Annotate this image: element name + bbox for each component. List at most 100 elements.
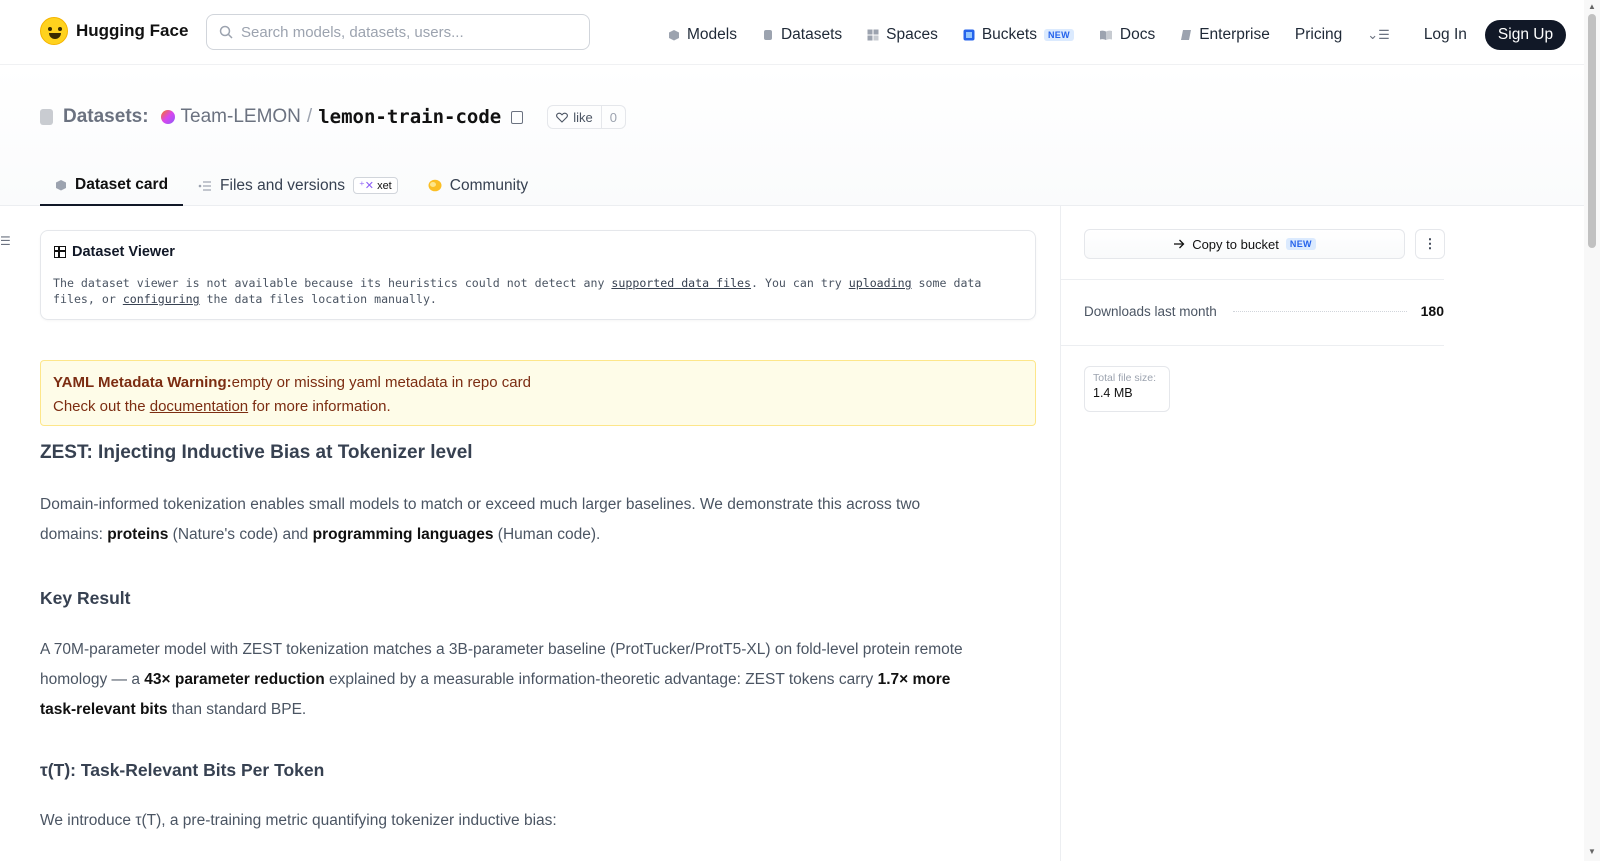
card-paragraph-1: Domain-informed tokenization enables sma… — [40, 490, 980, 550]
org-avatar[interactable] — [160, 110, 175, 124]
tab-files-and-versions[interactable]: Files and versions ⁺✕ xet — [183, 165, 413, 206]
nav-models-label: Models — [687, 26, 737, 43]
heart-icon — [556, 112, 569, 123]
table-icon — [54, 246, 66, 258]
divider — [1060, 279, 1444, 280]
xet-badge: ⁺✕ xet — [352, 177, 398, 194]
xet-badge-label: xet — [377, 180, 392, 192]
bucket-icon — [963, 29, 975, 41]
tab-dataset-card-label: Dataset card — [75, 175, 169, 193]
community-icon — [428, 179, 442, 192]
search-icon — [219, 25, 233, 39]
like-button[interactable]: like 0 — [547, 105, 626, 129]
copy-icon[interactable] — [511, 110, 524, 124]
dataset-viewer-panel: Dataset Viewer The dataset viewer is not… — [40, 230, 1036, 320]
like-action[interactable]: like — [548, 106, 602, 128]
nav-enterprise[interactable]: Enterprise — [1180, 23, 1270, 47]
supported-data-files-link[interactable]: supported data files — [611, 276, 751, 290]
bold-text: proteins — [107, 526, 169, 543]
downloads-label: Downloads last month — [1084, 303, 1217, 319]
text: than standard BPE. — [167, 701, 307, 718]
warning-title: YAML Metadata Warning: — [53, 374, 232, 391]
xet-icon: ⁺✕ — [358, 180, 374, 192]
toc-toggle-icon[interactable]: ☰ — [0, 234, 11, 248]
scrollbar-thumb[interactable] — [1588, 14, 1596, 248]
card-paragraph-2: A 70M-parameter model with ZEST tokeniza… — [40, 635, 980, 725]
nav-models[interactable]: Models — [668, 23, 737, 47]
database-icon — [40, 109, 53, 125]
file-size-label: Total file size: — [1093, 372, 1157, 384]
like-count[interactable]: 0 — [602, 110, 625, 125]
nav-pricing-label: Pricing — [1294, 26, 1343, 43]
repo-name-link[interactable]: lemon-train-code — [318, 106, 501, 128]
like-label: like — [573, 109, 593, 125]
nav-docs[interactable]: Docs — [1099, 23, 1155, 47]
more-menu-icon[interactable]: ⌄☰ — [1367, 27, 1390, 43]
new-badge: NEW — [1043, 29, 1074, 41]
copy-to-bucket-label: Copy to bucket — [1192, 236, 1279, 252]
more-options-icon[interactable]: ⋮ — [1415, 229, 1445, 259]
nav-pricing[interactable]: Pricing — [1295, 23, 1342, 47]
text: explained by a measurable information-th… — [324, 671, 878, 688]
card-heading-tau: τ(T): Task-Relevant Bits Per Token — [40, 760, 325, 780]
card-paragraph-3: We introduce τ(T), a pre-training metric… — [40, 812, 557, 829]
tab-community[interactable]: Community — [413, 165, 543, 206]
card-heading-1: ZEST: Injecting Inductive Bias at Tokeni… — [40, 442, 473, 463]
card-heading-key-result: Key Result — [40, 588, 131, 608]
path-separator: / — [306, 106, 313, 127]
downloads-sparkline — [1232, 310, 1407, 312]
viewer-msg-part: The dataset viewer is not available beca… — [53, 276, 612, 290]
search-input[interactable] — [241, 23, 571, 41]
grid-icon — [867, 29, 879, 41]
new-badge: NEW — [1285, 238, 1316, 250]
nav-datasets[interactable]: Datasets — [762, 23, 842, 47]
divider — [1060, 345, 1444, 346]
dataset-viewer-title: Dataset Viewer — [54, 244, 175, 260]
dataset-viewer-heading: Dataset Viewer — [72, 244, 175, 260]
section-label: Datasets: — [63, 106, 149, 127]
org-link[interactable]: Team-LEMON — [181, 106, 301, 128]
search-box[interactable] — [206, 14, 590, 50]
nav-links: Models Datasets Spaces Buckets NEW Docs … — [668, 20, 1567, 50]
scroll-up-arrow-icon[interactable]: ▲ — [1588, 2, 1596, 11]
yaml-metadata-warning: YAML Metadata Warning:empty or missing y… — [40, 360, 1036, 426]
bold-text: 43× parameter reduction — [144, 671, 325, 688]
cube-icon — [56, 179, 66, 190]
book-icon — [1099, 30, 1112, 40]
tab-files-label: Files and versions — [220, 176, 345, 194]
nav-datasets-label: Datasets — [780, 26, 843, 43]
text: (Human code). — [493, 526, 601, 543]
tab-dataset-card[interactable]: Dataset card — [40, 165, 184, 206]
uploading-link[interactable]: uploading — [849, 276, 912, 290]
warning-text: empty or missing yaml metadata in repo c… — [231, 374, 531, 391]
login-link[interactable]: Log In — [1424, 26, 1467, 44]
repo-header: Datasets: Team-LEMON / lemon-train-code … — [0, 65, 1584, 206]
nav-spaces-label: Spaces — [886, 26, 938, 43]
brand-name: Hugging Face — [76, 21, 189, 40]
documentation-link[interactable]: documentation — [150, 398, 248, 415]
enterprise-icon — [1181, 30, 1192, 40]
tab-community-label: Community — [449, 176, 529, 194]
nav-buckets[interactable]: Buckets NEW — [963, 23, 1074, 47]
downloads-stat: Downloads last month 180 — [1084, 303, 1444, 319]
scroll-down-arrow-icon[interactable]: ▼ — [1588, 847, 1596, 856]
warning-text-post: for more information. — [248, 398, 391, 415]
file-size-value: 1.4 MB — [1093, 386, 1133, 400]
repo-tabs: Dataset card Files and versions ⁺✕ xet C… — [40, 165, 543, 206]
nav-docs-label: Docs — [1119, 26, 1156, 43]
warning-line-1: YAML Metadata Warning:empty or missing y… — [53, 371, 1023, 395]
dataset-viewer-message: The dataset viewer is not available beca… — [53, 275, 1023, 307]
warning-line-2: Check out the documentation for more inf… — [53, 395, 1023, 419]
copy-to-bucket-button[interactable]: Copy to bucket NEW — [1084, 229, 1405, 259]
warning-text-pre: Check out the — [53, 398, 150, 415]
nav-spaces[interactable]: Spaces — [867, 23, 938, 47]
text: (Nature's code) and — [168, 526, 313, 543]
sidebar-divider — [1060, 206, 1061, 861]
page-scrollbar[interactable]: ▲ ▼ — [1584, 0, 1600, 861]
configuring-link[interactable]: configuring — [123, 292, 200, 306]
signup-button[interactable]: Sign Up — [1484, 20, 1567, 50]
brand-link[interactable]: Hugging Face — [40, 17, 188, 45]
repo-title: Datasets: Team-LEMON / lemon-train-code … — [40, 102, 626, 132]
arrow-right-icon — [1174, 239, 1185, 249]
bold-text: programming languages — [312, 526, 494, 543]
